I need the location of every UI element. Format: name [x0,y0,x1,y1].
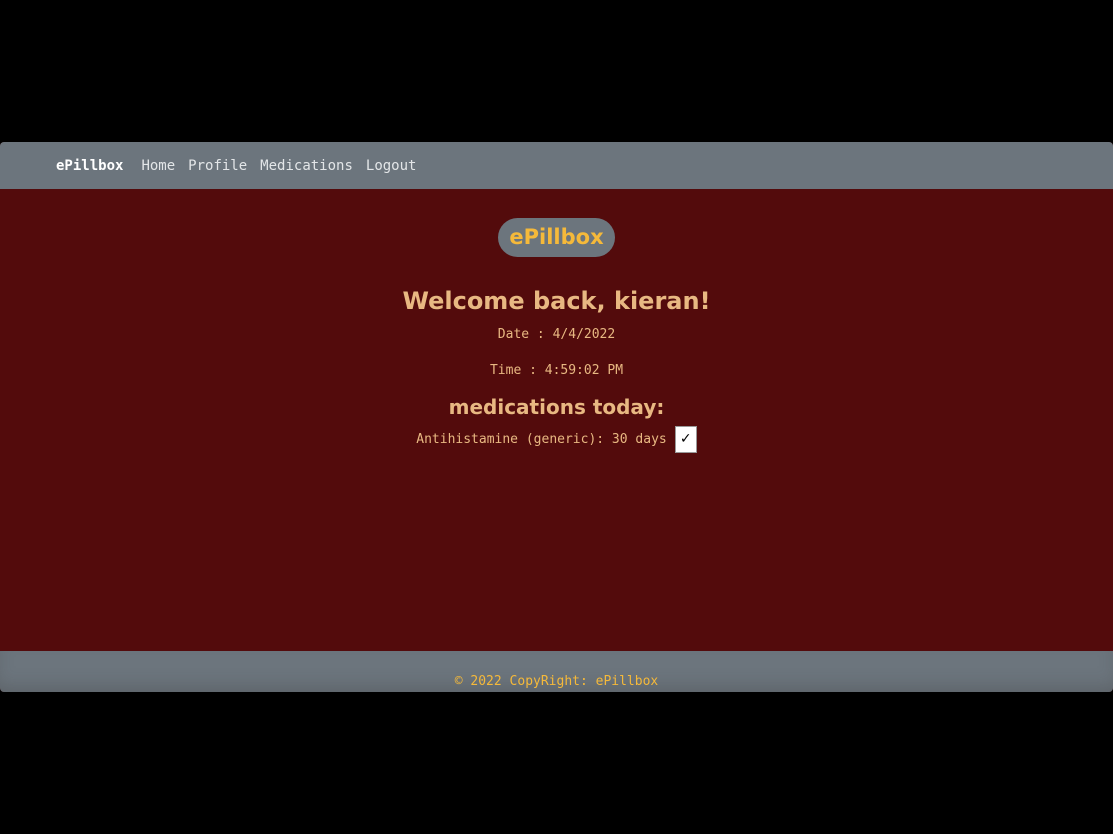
nav-link-home[interactable]: Home [141,158,175,174]
medication-taken-checkbox[interactable]: ✓ [674,426,697,453]
nav-link-logout[interactable]: Logout [366,158,417,174]
nav-link-medications[interactable]: Medications [260,158,353,174]
medication-item: Antihistamine (generic): 30 days ✓ [0,426,1113,453]
medications-heading: medications today: [448,395,665,419]
nav-link-profile[interactable]: Profile [188,158,247,174]
app-logo: ePillbox [498,218,615,257]
time-text: Time : 4:59:02 PM [489,363,624,378]
navbar: ePillbox Home Profile Medications Logout [0,142,1113,189]
app-window: ePillbox Home Profile Medications Logout… [0,142,1113,692]
navbar-brand[interactable]: ePillbox [56,158,123,174]
footer: © 2022 CopyRight: ePillbox [0,651,1113,692]
welcome-heading: Welcome back, kieran! [402,287,711,315]
date-text: Date : 4/4/2022 [497,327,616,342]
medication-label: Antihistamine (generic): 30 days [416,432,667,447]
main-content: ePillbox Welcome back, kieran! Date : 4/… [0,189,1113,651]
copyright-text: © 2022 CopyRight: ePillbox [454,674,659,689]
